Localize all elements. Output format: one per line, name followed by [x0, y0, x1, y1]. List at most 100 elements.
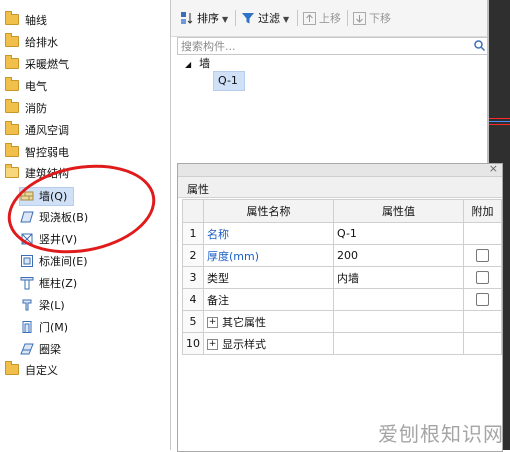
search-box [177, 37, 489, 55]
folder-icon [5, 33, 19, 47]
chevron-down-icon: ▼ [222, 15, 229, 24]
move-down-icon [353, 12, 366, 25]
tree-item-ring-beam[interactable]: 圈梁 [20, 340, 67, 359]
properties-panel: × 属性 属性名称 属性值 附加 1 名称 Q-1 2 厚度(mm) 200 3… [177, 162, 503, 452]
tree-item-beam[interactable]: 梁(L) [20, 296, 71, 315]
search-icon[interactable] [473, 39, 486, 52]
sort-button[interactable]: 排序 ▼ [180, 10, 228, 28]
tree-item-hvac[interactable]: 通风空调 [5, 121, 69, 140]
tree-item-weak-current[interactable]: 智控弱电 [5, 143, 69, 162]
tree-item-label: 自定义 [25, 364, 58, 377]
extra-cell [463, 310, 502, 333]
move-down-label: 下移 [369, 12, 391, 25]
table-row[interactable]: 10 + 显示样式 [182, 332, 502, 355]
tree-item-door[interactable]: 门(M) [20, 318, 74, 337]
tree-item-column[interactable]: 框柱(Z) [20, 274, 83, 293]
tree-item-fire[interactable]: 消防 [5, 99, 47, 118]
tree-item-label: 框柱(Z) [39, 277, 78, 290]
table-row[interactable]: 5 + 其它属性 [182, 310, 502, 333]
tree-item-label: 通风空调 [25, 124, 69, 137]
table-header-row: 属性名称 属性值 附加 [182, 199, 502, 223]
column-icon [20, 277, 34, 290]
table-row[interactable]: 3 类型 内墙 [182, 266, 502, 289]
property-group[interactable]: + 其它属性 [203, 310, 334, 333]
tree-item-label: 智控弱电 [25, 146, 69, 159]
extra-checkbox[interactable] [476, 293, 489, 307]
tree-item-label: 消防 [25, 102, 47, 115]
tree-item-label: 圈梁 [39, 343, 61, 356]
property-name: 厚度(mm) [203, 244, 334, 267]
tree-item-electrical[interactable]: 电气 [5, 77, 47, 96]
folder-icon [5, 143, 19, 157]
extra-cell [463, 222, 502, 245]
tree-item-custom[interactable]: 自定义 [5, 361, 58, 380]
canvas-line [489, 118, 510, 119]
property-name: 名称 [203, 222, 334, 245]
folder-icon [5, 55, 19, 69]
sort-icon [181, 12, 193, 24]
row-number: 10 [182, 332, 204, 355]
property-value [333, 310, 464, 333]
property-name: 其它属性 [222, 315, 266, 329]
canvas-line [489, 121, 510, 122]
property-value[interactable] [333, 288, 464, 311]
component-group-wall[interactable]: ◢ 墙 [185, 55, 210, 71]
properties-title: 属性 [187, 183, 209, 196]
panel-drag-bar[interactable]: × [178, 162, 502, 177]
door-icon [22, 321, 32, 333]
extra-cell [463, 332, 502, 355]
properties-table: 属性名称 属性值 附加 1 名称 Q-1 2 厚度(mm) 200 3 类型 内… [182, 199, 502, 355]
property-value[interactable]: 200 [333, 244, 464, 267]
folder-icon [5, 361, 19, 375]
expanded-triangle-icon[interactable]: ◢ [185, 60, 191, 69]
beam-icon [22, 299, 32, 311]
tree-item-plumbing[interactable]: 给排水 [5, 33, 58, 52]
table-row[interactable]: 1 名称 Q-1 [182, 222, 502, 245]
row-number: 5 [182, 310, 204, 333]
property-value[interactable]: 内墙 [333, 266, 464, 289]
tree-item-label: 给排水 [25, 36, 58, 49]
table-row[interactable]: 2 厚度(mm) 200 [182, 244, 502, 267]
toolbar-divider [297, 10, 298, 26]
tree-item-label: 门(M) [39, 321, 69, 334]
column-header: 属性名称 [203, 199, 334, 223]
row-number: 3 [182, 266, 204, 289]
property-group[interactable]: + 显示样式 [203, 332, 334, 355]
extra-checkbox[interactable] [476, 271, 489, 285]
expand-icon[interactable]: + [207, 339, 218, 350]
canvas-line [489, 124, 510, 125]
folder-icon [5, 99, 19, 113]
folder-open-icon [5, 164, 19, 178]
property-value [333, 332, 464, 355]
tree-item-label: 轴线 [25, 14, 47, 27]
extra-checkbox[interactable] [476, 249, 489, 263]
move-up-button[interactable]: 上移 [303, 10, 341, 28]
filter-label: 过滤 [258, 12, 280, 25]
row-number: 2 [182, 244, 204, 267]
expand-icon[interactable]: + [207, 317, 218, 328]
properties-header [178, 177, 502, 198]
tree-item-label: 标准间(E) [39, 255, 88, 268]
tree-item-standard-room[interactable]: 标准间(E) [20, 252, 94, 271]
folder-icon [5, 121, 19, 135]
search-input[interactable] [181, 38, 461, 54]
component-item-q1[interactable]: Q-1 [213, 71, 245, 91]
column-header: 附加 [463, 199, 502, 223]
close-icon[interactable]: × [489, 162, 498, 175]
toolbar: 排序 ▼ 过滤 ▼ 上移 下移 [171, 0, 501, 37]
tree-item-heating-gas[interactable]: 采暖燃气 [5, 55, 69, 74]
row-number: 1 [182, 222, 204, 245]
component-item-label: Q-1 [218, 74, 238, 87]
property-name: 类型 [203, 266, 334, 289]
move-up-icon [303, 12, 316, 25]
ring-beam-icon [20, 343, 34, 355]
filter-button[interactable]: 过滤 ▼ [241, 10, 289, 28]
folder-icon [5, 77, 19, 91]
move-down-button[interactable]: 下移 [353, 10, 391, 28]
table-row[interactable]: 4 备注 [182, 288, 502, 311]
property-name: 显示样式 [222, 337, 266, 351]
tree-item-label: 电气 [25, 80, 47, 93]
tree-item-axis[interactable]: 轴线 [5, 11, 47, 30]
property-value[interactable]: Q-1 [333, 222, 464, 245]
toolbar-divider [347, 10, 348, 26]
